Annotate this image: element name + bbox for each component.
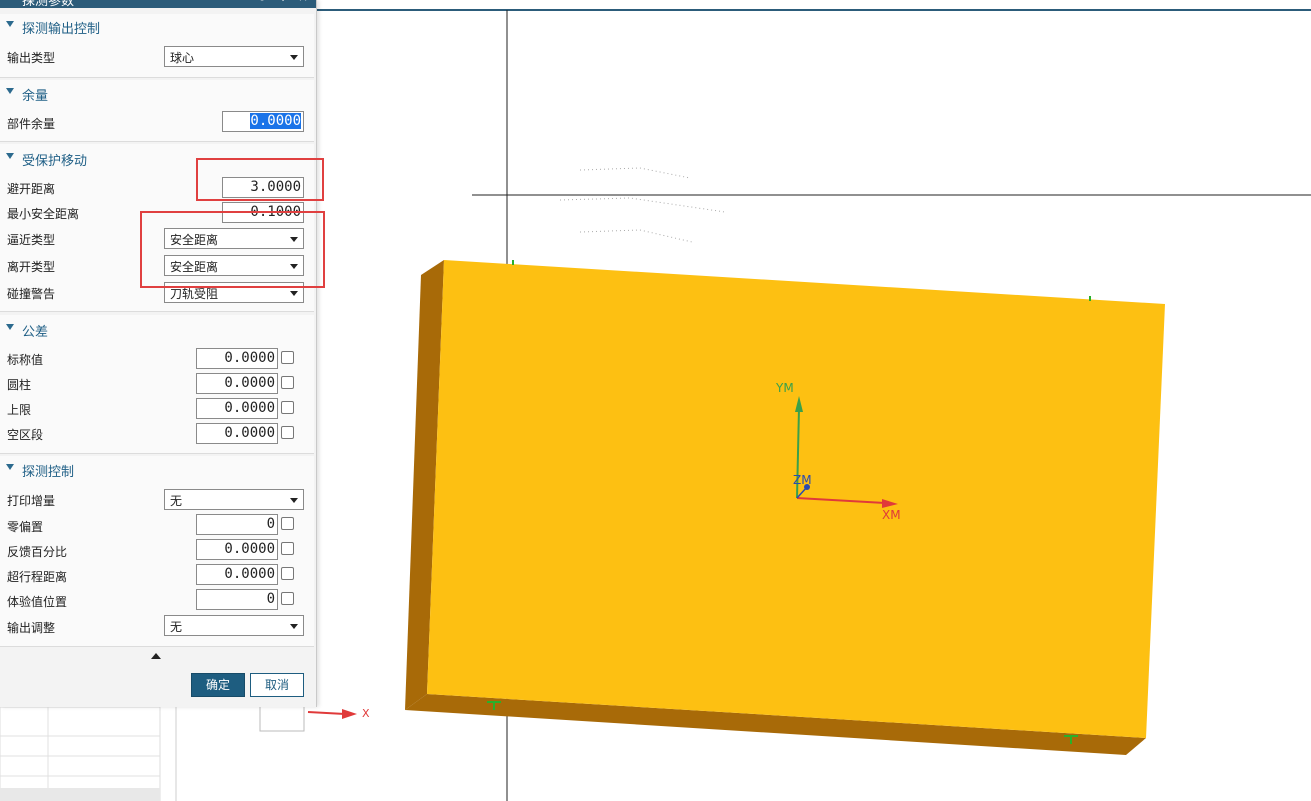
feedback-percent-label: 反馈百分比	[7, 545, 68, 559]
output-type-label: 输出类型	[7, 51, 56, 65]
pin-icon[interactable]: +	[278, 0, 288, 4]
dropdown-arrow-icon	[290, 498, 298, 503]
zero-offset-label: 零偏置	[7, 520, 44, 534]
collapse-arrow-icon[interactable]	[6, 21, 14, 27]
nominal-checkbox[interactable]	[281, 351, 294, 364]
select-value: 球心	[170, 51, 195, 65]
part-stock-label: 部件余量	[7, 117, 56, 131]
highlight-box-clearance	[196, 158, 324, 201]
cylinder-checkbox[interactable]	[281, 376, 294, 389]
highlight-box-approach-retract	[140, 211, 325, 288]
empty-segment-label: 空区段	[7, 428, 44, 442]
dropdown-arrow-icon	[290, 55, 298, 60]
upper-limit-input[interactable]: 0.0000	[196, 398, 278, 419]
overtravel-checkbox[interactable]	[281, 567, 294, 580]
cylinder-label: 圆柱	[7, 378, 32, 392]
empty-segment-input[interactable]: 0.0000	[196, 423, 278, 444]
print-increment-label: 打印增量	[7, 494, 56, 508]
collapse-arrow-icon[interactable]	[6, 464, 14, 470]
upper-limit-checkbox[interactable]	[281, 401, 294, 414]
collapse-all-icon[interactable]	[151, 653, 161, 659]
section-tolerance: 公差 标称值 0.0000 圆柱 0.0000 上限 0.0000 空区段 0.…	[0, 315, 314, 454]
output-adjust-label: 输出调整	[7, 621, 56, 635]
ok-button[interactable]: 确定	[191, 673, 245, 697]
nominal-input[interactable]: 0.0000	[196, 348, 278, 369]
select-value: 无	[170, 620, 183, 634]
overtravel-input[interactable]: 0.0000	[196, 564, 278, 585]
section-header-stock[interactable]: 余量	[0, 83, 314, 105]
test-position-input[interactable]: 0	[196, 589, 278, 610]
select-value: 无	[170, 494, 183, 508]
ym-label: YM	[776, 381, 794, 395]
collapse-arrow-icon[interactable]	[6, 324, 14, 330]
collapse-arrow-icon[interactable]	[6, 153, 14, 159]
navigator-table	[0, 706, 161, 801]
output-adjust-select[interactable]: 无	[164, 615, 304, 636]
x-label: X	[362, 707, 370, 720]
dialog-titlebar: 探测参数 ⟳ + ×	[0, 0, 316, 9]
section-title: 受保护移动	[22, 154, 88, 169]
retract-type-label: 离开类型	[7, 260, 56, 274]
zero-offset-checkbox[interactable]	[281, 517, 294, 530]
feedback-percent-input[interactable]: 0.0000	[196, 539, 278, 560]
test-position-label: 体验值位置	[7, 595, 68, 609]
section-stock: 余量 部件余量 0.0000	[0, 80, 314, 142]
section-title: 余量	[22, 89, 49, 104]
section-probe-control: 探测控制 打印增量 无 零偏置 0 反馈百分比 0.0000 超行程距离 0.0…	[0, 456, 314, 647]
dropdown-arrow-icon	[290, 291, 298, 296]
empty-segment-checkbox[interactable]	[281, 426, 294, 439]
collision-warning-label: 碰撞警告	[7, 287, 56, 301]
dropdown-arrow-icon	[290, 624, 298, 629]
zero-offset-input[interactable]: 0	[196, 514, 278, 535]
zm-label: ZM	[793, 473, 812, 487]
cylinder-input[interactable]: 0.0000	[196, 373, 278, 394]
min-safe-distance-label: 最小安全距离	[7, 207, 80, 221]
close-icon[interactable]: ×	[298, 0, 308, 4]
section-title: 公差	[22, 325, 49, 340]
dialog-title: 探测参数	[22, 0, 75, 9]
probe-parameters-dialog: 探测参数 ⟳ + × 探测输出控制 输出类型 球心 余量 部件余量 0.0000…	[0, 0, 325, 707]
feedback-percent-checkbox[interactable]	[281, 542, 294, 555]
reset-icon[interactable]: ⟳	[258, 0, 268, 4]
approach-type-label: 逼近类型	[7, 233, 56, 247]
overtravel-label: 超行程距离	[7, 570, 68, 584]
print-increment-select[interactable]: 无	[164, 489, 304, 510]
part-stock-input[interactable]: 0.0000	[222, 111, 304, 132]
cancel-button[interactable]: 取消	[250, 673, 304, 697]
xm-label: XM	[882, 508, 901, 522]
section-title: 探测输出控制	[22, 22, 101, 37]
clearance-label: 避开距离	[7, 182, 56, 196]
collapse-arrow-icon[interactable]	[6, 88, 14, 94]
section-title: 探测控制	[22, 465, 75, 480]
section-output-control: 探测输出控制 输出类型 球心	[0, 14, 314, 78]
section-header-probe-control[interactable]: 探测控制	[0, 459, 314, 481]
nominal-label: 标称值	[7, 353, 44, 367]
section-header-tolerance[interactable]: 公差	[0, 319, 314, 341]
output-type-select[interactable]: 球心	[164, 46, 304, 67]
test-position-checkbox[interactable]	[281, 592, 294, 605]
block-top-face	[427, 260, 1165, 738]
section-header-output[interactable]: 探测输出控制	[0, 16, 314, 38]
upper-limit-label: 上限	[7, 403, 32, 417]
